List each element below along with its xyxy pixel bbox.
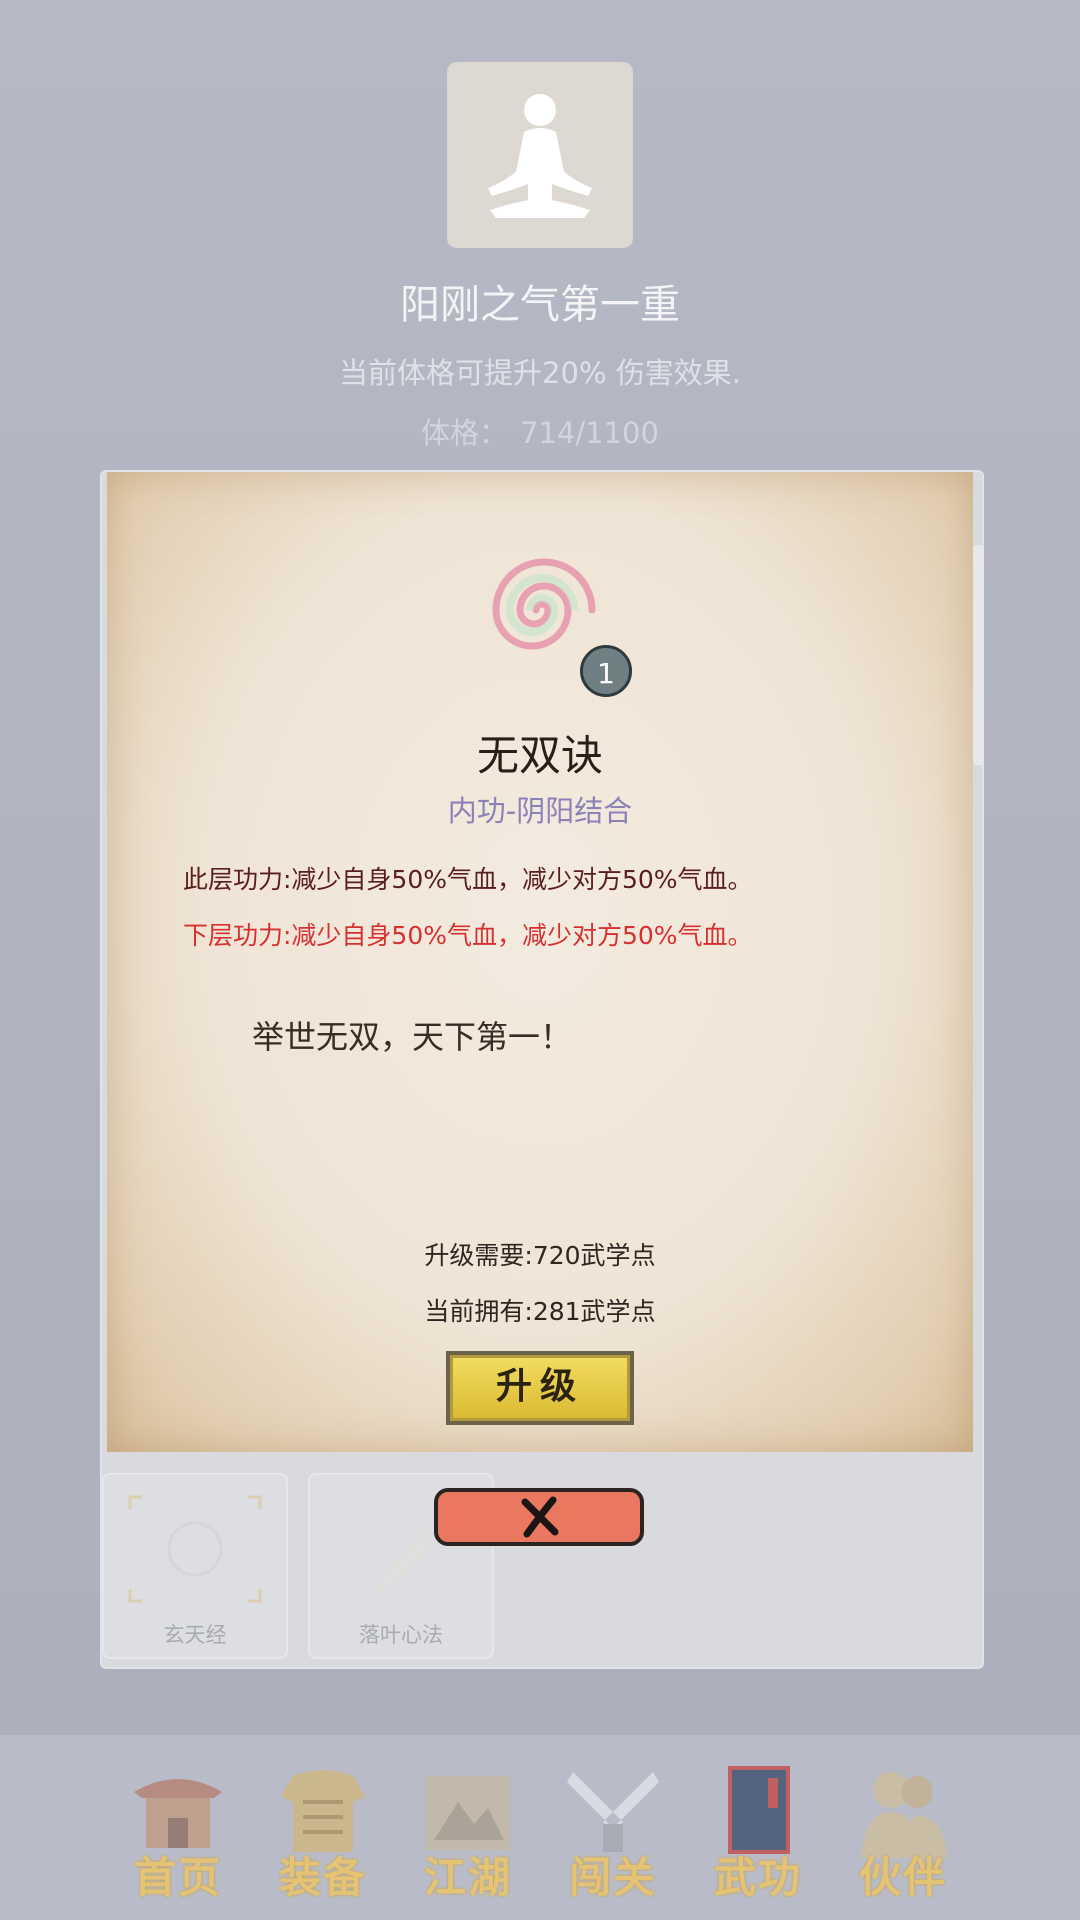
upgrade-button[interactable]: 升级 bbox=[446, 1351, 634, 1425]
current-effect: 此层功力:减少自身50%气血，减少对方50%气血。 bbox=[183, 865, 753, 894]
nav-item-jianghu[interactable]: 江湖 bbox=[408, 1762, 528, 1902]
nav-label: 伙伴 bbox=[858, 1853, 947, 1902]
skill-avatar bbox=[447, 62, 633, 248]
nav-label: 武功 bbox=[713, 1853, 802, 1902]
current-points: 当前拥有:281武学点 bbox=[424, 1297, 656, 1326]
skill-card-label: 落叶心法 bbox=[359, 1623, 443, 1647]
nav-item-home[interactable]: 首页 bbox=[118, 1762, 238, 1902]
corner-frame-icon bbox=[128, 1495, 262, 1603]
skill-card[interactable]: 玄天经 bbox=[102, 1473, 288, 1659]
nav-label: 装备 bbox=[278, 1853, 367, 1902]
nav-item-companions[interactable]: 伙伴 bbox=[843, 1762, 963, 1902]
nav-item-martial-arts[interactable]: 武功 bbox=[698, 1762, 818, 1902]
next-effect: 下层功力:减少自身50%气血，减少对方50%气血。 bbox=[183, 921, 753, 950]
skill-card-label: 玄天经 bbox=[163, 1623, 227, 1647]
nav-item-challenge[interactable]: 闯关 bbox=[553, 1762, 673, 1902]
stat-line: 体格： 714/1100 bbox=[0, 410, 1080, 452]
nav-label: 首页 bbox=[133, 1853, 222, 1902]
level-badge: 1 bbox=[580, 645, 632, 697]
nav-item-equipment[interactable]: 装备 bbox=[263, 1762, 383, 1902]
skill-name: 无双诀 bbox=[476, 731, 603, 780]
close-icon bbox=[521, 1496, 559, 1538]
meditation-icon bbox=[488, 94, 592, 218]
skill-type: 内功-阴阳结合 bbox=[447, 794, 633, 828]
skill-description: 当前体格可提升20% 伤害效果. bbox=[339, 356, 741, 390]
nav-label: 江湖 bbox=[423, 1853, 512, 1902]
skill-motto: 举世无双，天下第一！ bbox=[252, 1018, 573, 1056]
close-button[interactable] bbox=[434, 1488, 644, 1546]
skill-title: 阳刚之气第一重 bbox=[400, 282, 680, 328]
nav-label: 闯关 bbox=[568, 1853, 657, 1902]
upgrade-requirement: 升级需要:720武学点 bbox=[424, 1241, 656, 1270]
stat-value: 714/1100 bbox=[520, 416, 659, 450]
stat-label: 体格： bbox=[421, 416, 509, 450]
